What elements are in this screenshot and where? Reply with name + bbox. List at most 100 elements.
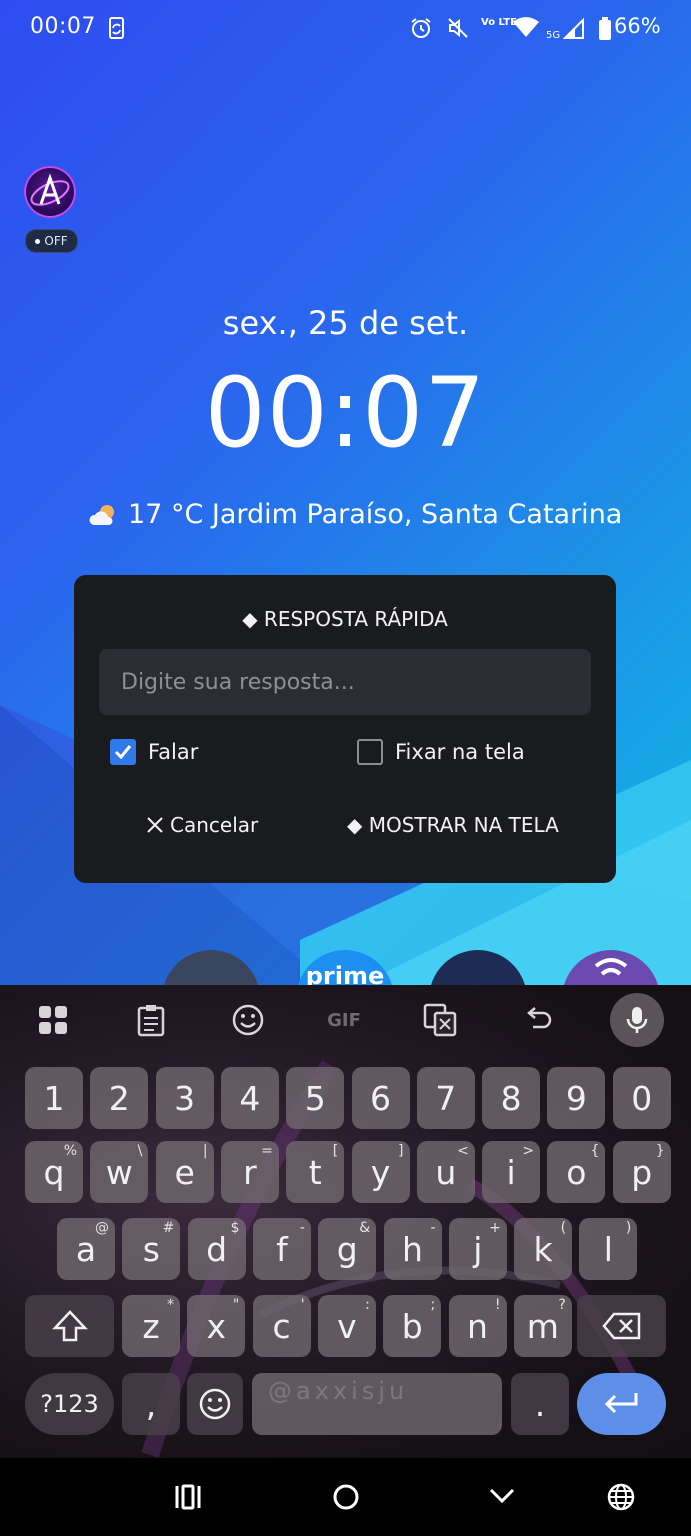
key-w[interactable]: w \	[90, 1141, 149, 1203]
emoji-key[interactable]	[187, 1373, 243, 1435]
key-o[interactable]: o{	[547, 1141, 606, 1203]
profile-status-badge[interactable]: OFF	[25, 229, 78, 253]
recents-icon[interactable]	[174, 1482, 202, 1516]
key-p[interactable]: p}	[612, 1141, 671, 1203]
key-b[interactable]: b;	[383, 1295, 442, 1357]
key-label: 8	[500, 1078, 522, 1118]
key-6[interactable]: 6	[351, 1067, 410, 1129]
key-hint: "	[232, 1297, 240, 1313]
key-q[interactable]: q%	[25, 1141, 83, 1203]
wifi-icon	[594, 958, 628, 976]
key-2[interactable]: 2	[90, 1067, 149, 1129]
key-y[interactable]: y]	[351, 1141, 410, 1203]
key-z[interactable]: z *	[122, 1295, 180, 1357]
pin-checkbox[interactable]: Fixar na tela	[357, 739, 525, 765]
checkbox-checked-icon[interactable]	[110, 739, 136, 765]
symbols-key[interactable]: ?123	[25, 1373, 114, 1435]
show-on-screen-button[interactable]: ◆ MOSTRAR NA TELA	[347, 813, 559, 837]
emoji-icon[interactable]	[231, 1003, 265, 1037]
clipboard-icon[interactable]	[134, 1003, 168, 1037]
key-hint: ;	[430, 1297, 436, 1313]
key-label: 5	[304, 1078, 326, 1118]
undo-icon[interactable]	[521, 1003, 555, 1037]
key-hint: )	[625, 1220, 632, 1236]
key-label: 1	[43, 1078, 65, 1118]
shift-key[interactable]	[25, 1295, 114, 1357]
key-3[interactable]: 3	[155, 1067, 214, 1129]
key-label: 2	[108, 1078, 130, 1118]
key-hint: }	[655, 1143, 665, 1159]
logo-icon	[30, 173, 70, 206]
emoji-icon	[199, 1388, 231, 1420]
key-label: u	[435, 1152, 457, 1192]
navigation-bar	[0, 1458, 691, 1536]
key-l[interactable]: l)	[579, 1218, 638, 1280]
key-hint: [	[332, 1143, 339, 1159]
key-5[interactable]: 5	[286, 1067, 345, 1129]
key-j[interactable]: j +	[448, 1218, 507, 1280]
weather-widget[interactable]: 17 °C Jardim Paraíso, Santa Catarina	[88, 499, 622, 530]
key-u[interactable]: u <	[416, 1141, 475, 1203]
key-hint: ]	[398, 1143, 404, 1159]
key-4[interactable]: 4	[220, 1067, 279, 1129]
lock-clock: 00:07	[204, 357, 487, 469]
cancel-label: Cancelar	[170, 813, 259, 837]
key-v[interactable]: v:	[317, 1295, 376, 1357]
key-9[interactable]: 9	[547, 1067, 606, 1129]
key-g[interactable]: g &	[318, 1218, 377, 1280]
key-d[interactable]: d $	[187, 1218, 246, 1280]
home-icon[interactable]	[332, 1482, 360, 1516]
key-label: w	[105, 1152, 133, 1192]
shift-icon	[51, 1310, 88, 1342]
key-n[interactable]: n!	[448, 1295, 507, 1357]
key-1[interactable]: 1	[25, 1067, 83, 1129]
key-hint: #	[162, 1220, 175, 1236]
key-label: 4	[239, 1078, 261, 1118]
key-e[interactable]: e |	[155, 1141, 214, 1203]
key-c[interactable]: c '	[252, 1295, 311, 1357]
status-time: 00:07	[30, 14, 96, 39]
enter-key[interactable]	[577, 1373, 666, 1435]
show-label: ◆ MOSTRAR NA TELA	[347, 813, 559, 837]
key-k[interactable]: k(	[514, 1218, 573, 1280]
apps-grid-icon[interactable]	[36, 1003, 70, 1037]
key-hint: (	[560, 1220, 567, 1236]
backspace-key[interactable]	[577, 1295, 666, 1357]
key-i[interactable]: i >	[482, 1141, 541, 1203]
key-hint: -	[299, 1220, 305, 1236]
key-r[interactable]: r =	[220, 1141, 279, 1203]
cancel-button[interactable]: Cancelar	[146, 813, 258, 837]
comma-key[interactable]: ,	[122, 1373, 180, 1435]
key-0[interactable]: 0	[612, 1067, 671, 1129]
key-a[interactable]: a @	[57, 1218, 115, 1280]
gif-icon[interactable]: GIF	[323, 1003, 365, 1037]
key-hint: '	[300, 1297, 305, 1313]
period-key[interactable]: .	[511, 1373, 569, 1435]
key-hint: %	[63, 1143, 77, 1159]
keyboard-watermark: @axxisju	[268, 1377, 409, 1405]
key-s[interactable]: s #	[122, 1218, 181, 1280]
battery-percent: 66%	[614, 14, 661, 38]
profile-status-label: OFF	[44, 234, 68, 248]
speak-checkbox[interactable]: Falar	[110, 739, 198, 765]
key-t[interactable]: t[	[286, 1141, 345, 1203]
battery-icon	[598, 17, 612, 45]
key-hint: $	[230, 1220, 240, 1236]
key-f[interactable]: f-	[252, 1218, 311, 1280]
key-h[interactable]: h-	[383, 1218, 442, 1280]
translate-icon[interactable]	[423, 1003, 457, 1037]
key-label: b	[401, 1306, 423, 1346]
language-icon[interactable]	[606, 1482, 636, 1516]
back-icon[interactable]	[488, 1482, 516, 1516]
weather-text: 17 °C Jardim Paraíso, Santa Catarina	[128, 499, 623, 530]
key-x[interactable]: x "	[187, 1295, 246, 1357]
profile-avatar[interactable]	[24, 166, 76, 218]
checkbox-unchecked-icon[interactable]	[357, 739, 383, 765]
key-7[interactable]: 7	[416, 1067, 475, 1129]
mic-button[interactable]	[610, 993, 664, 1047]
reply-input[interactable]	[99, 649, 591, 715]
key-label: i	[506, 1152, 516, 1192]
status-bar: 00:07 Vo LTE 5G 66%	[0, 0, 691, 60]
key-8[interactable]: 8	[482, 1067, 541, 1129]
key-m[interactable]: m?	[513, 1295, 572, 1357]
